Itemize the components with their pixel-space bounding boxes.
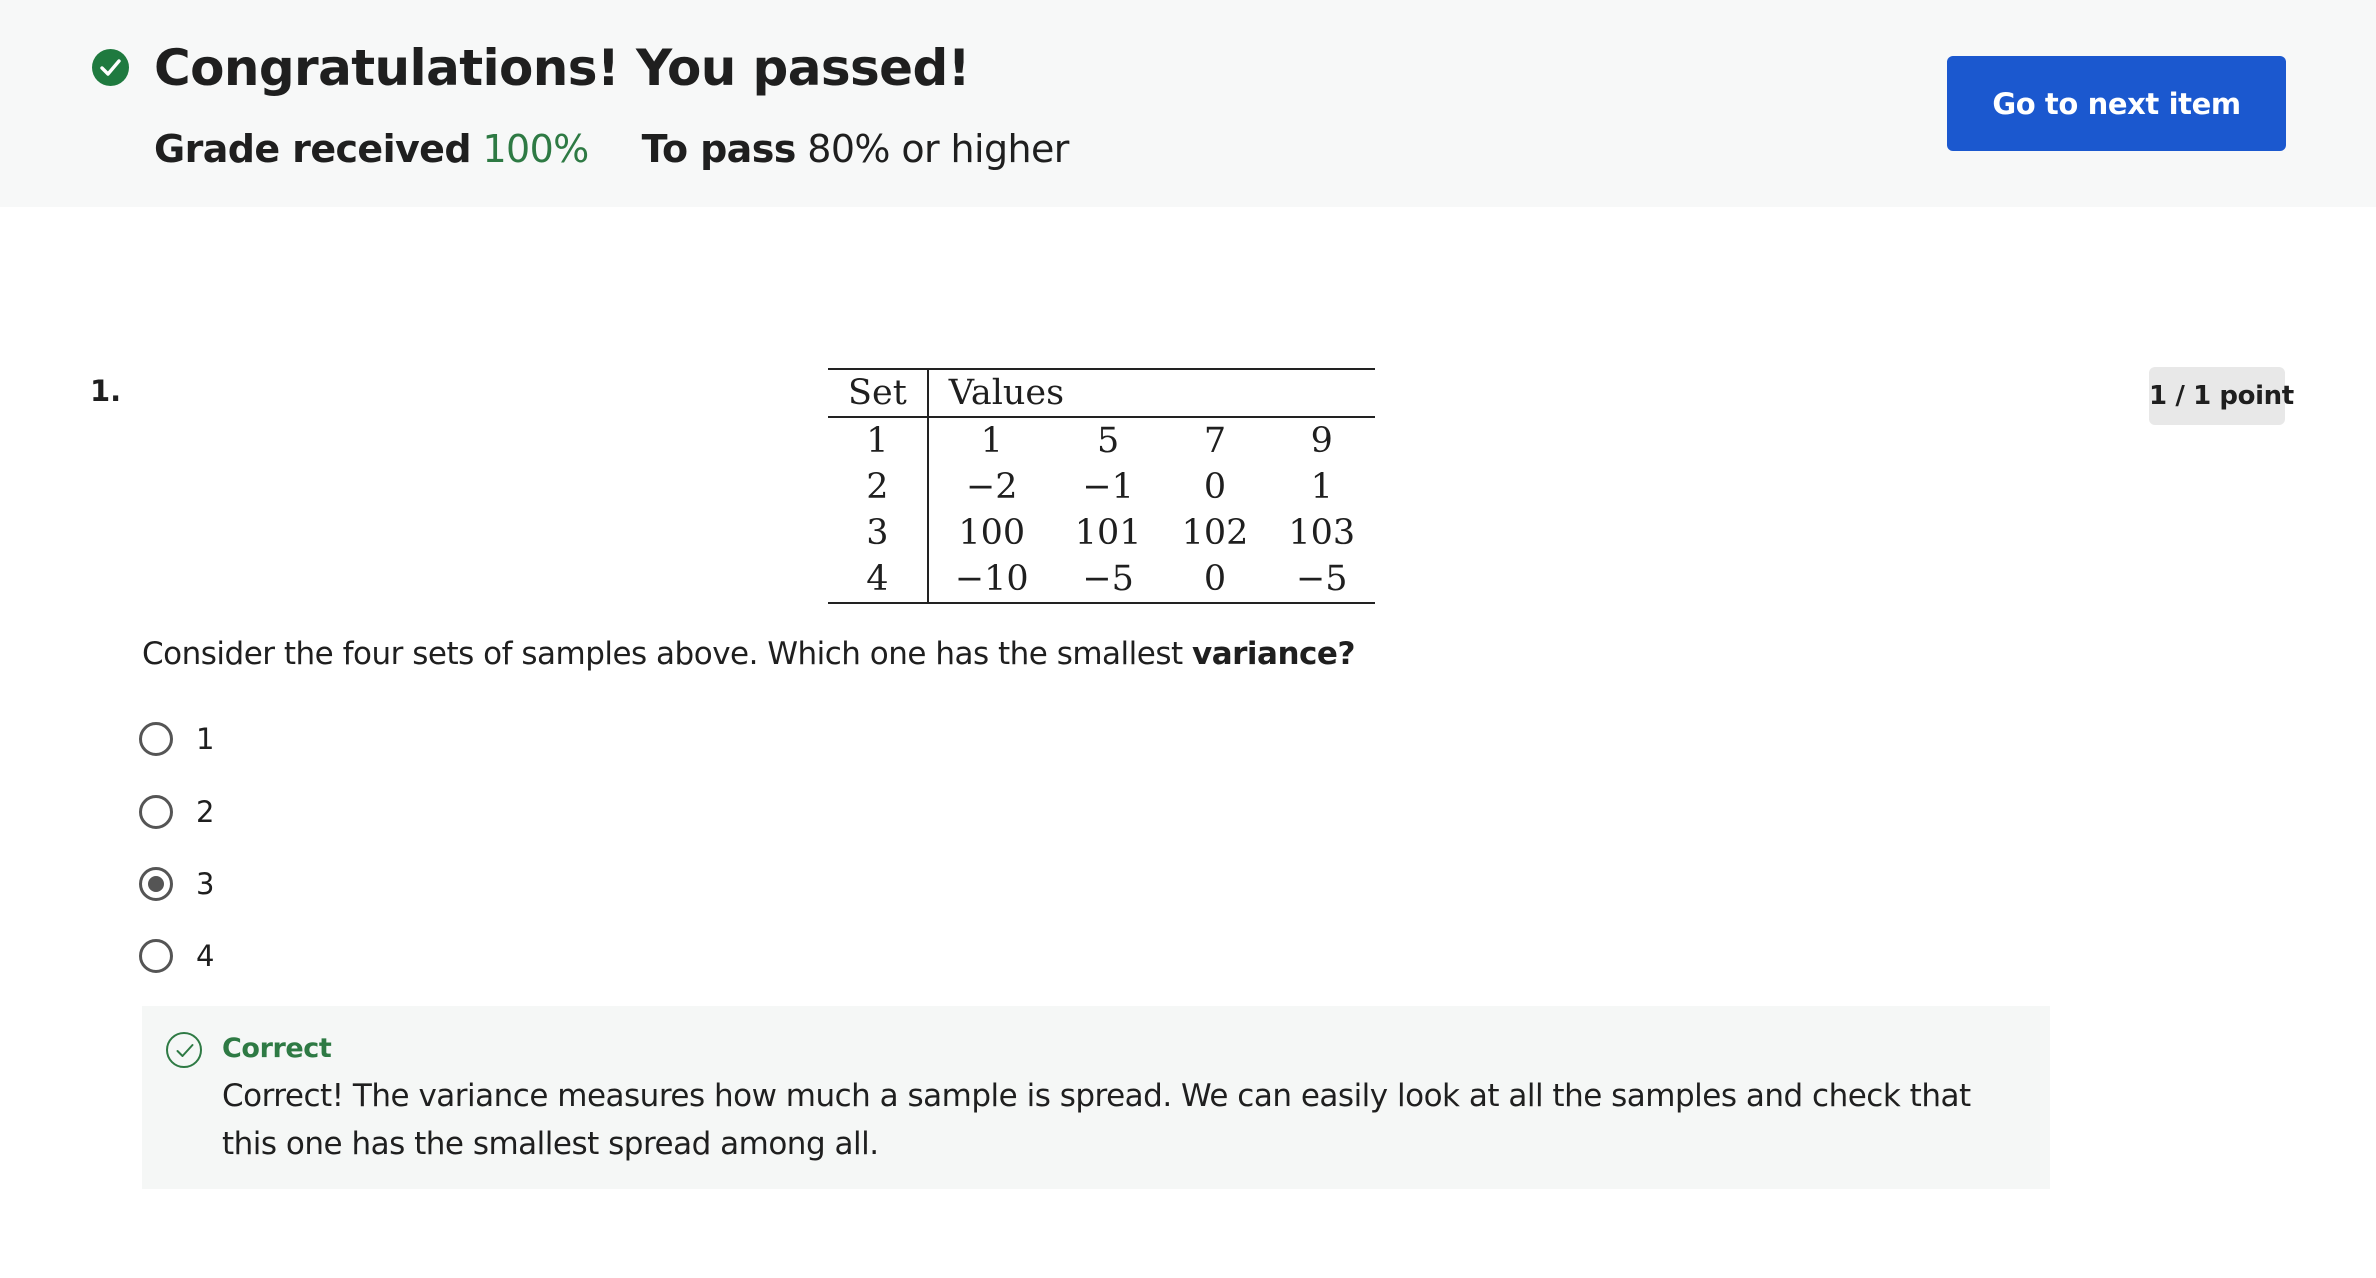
table-cell: 2 <box>828 464 929 510</box>
table-row: 1 1 5 7 9 <box>828 417 1375 464</box>
answer-option-2[interactable]: 2 <box>139 791 214 833</box>
radio-button[interactable] <box>139 795 173 829</box>
table-cell: −5 <box>1295 559 1348 599</box>
table-cell: −2 <box>965 467 1018 507</box>
table-cell: 9 <box>1310 421 1333 461</box>
feedback-title: Correct <box>222 1033 332 1064</box>
pass-heading: Congratulations! You passed! <box>154 39 971 97</box>
completion-banner: Congratulations! You passed! Grade recei… <box>0 0 2376 207</box>
table-row: 2 −2 −1 0 1 <box>828 464 1375 510</box>
next-item-button[interactable]: Go to next item <box>1947 56 2286 151</box>
samples-table: Set Values 1 1 5 7 9 2 −2 −1 0 1 3 100 1… <box>828 368 1376 604</box>
answer-option-1[interactable]: 1 <box>139 718 214 760</box>
table-cell: −5 <box>1082 559 1134 599</box>
table-cell: −1 <box>1082 467 1134 507</box>
radio-button[interactable] <box>139 939 173 973</box>
table-cell: 102 <box>1181 513 1249 553</box>
table-cell: 101 <box>1074 513 1142 553</box>
option-label: 4 <box>196 939 215 973</box>
table-cell: −10 <box>954 559 1029 599</box>
question-emphasis: variance? <box>1192 636 1355 672</box>
feedback-text: Correct! The variance measures how much … <box>222 1078 1971 1162</box>
check-circle-icon <box>92 49 129 86</box>
table-cell: 7 <box>1203 421 1227 461</box>
question-text: Consider the four sets of samples above.… <box>142 636 1355 672</box>
radio-button-selected[interactable] <box>139 867 173 901</box>
answer-option-4[interactable]: 4 <box>139 935 214 977</box>
option-label: 3 <box>196 867 215 901</box>
option-label: 1 <box>196 722 215 756</box>
table-cell: 0 <box>1203 467 1227 507</box>
answer-option-3[interactable]: 3 <box>139 863 214 905</box>
table-cell: 0 <box>1203 559 1227 599</box>
grade-value: 100% <box>482 127 589 171</box>
values-header: Values <box>927 369 1376 418</box>
table-cell: 103 <box>1288 513 1356 553</box>
pass-label: To pass <box>641 127 797 171</box>
table-cell: 5 <box>1097 421 1120 461</box>
table-cell: 1 <box>1310 467 1333 507</box>
radio-button[interactable] <box>139 722 173 756</box>
points-badge: 1 / 1 point <box>2149 367 2294 425</box>
table-cell: 100 <box>958 513 1026 553</box>
table-cell: 1 <box>828 417 929 464</box>
pass-threshold: 80% or higher <box>807 127 1069 171</box>
feedback-panel: Correct Correct! The variance measures h… <box>142 1006 2050 1189</box>
question-number: 1. <box>90 374 122 408</box>
question-prompt: Consider the four sets of samples above.… <box>142 636 1193 672</box>
table-header-row: Set Values <box>828 369 1376 418</box>
grade-summary: Grade received 100% To pass 80% or highe… <box>154 124 1069 174</box>
option-label: 2 <box>196 795 215 829</box>
table-row: 4 −10 −5 0 −5 <box>828 556 1375 603</box>
table-cell: 3 <box>828 510 929 556</box>
set-header: Set <box>828 369 929 418</box>
table-cell: 4 <box>828 556 929 603</box>
table-cell: 1 <box>980 421 1003 461</box>
grade-label: Grade received <box>154 127 472 171</box>
check-circle-outline-icon <box>166 1032 202 1068</box>
table-row: 3 100 101 102 103 <box>828 510 1375 556</box>
